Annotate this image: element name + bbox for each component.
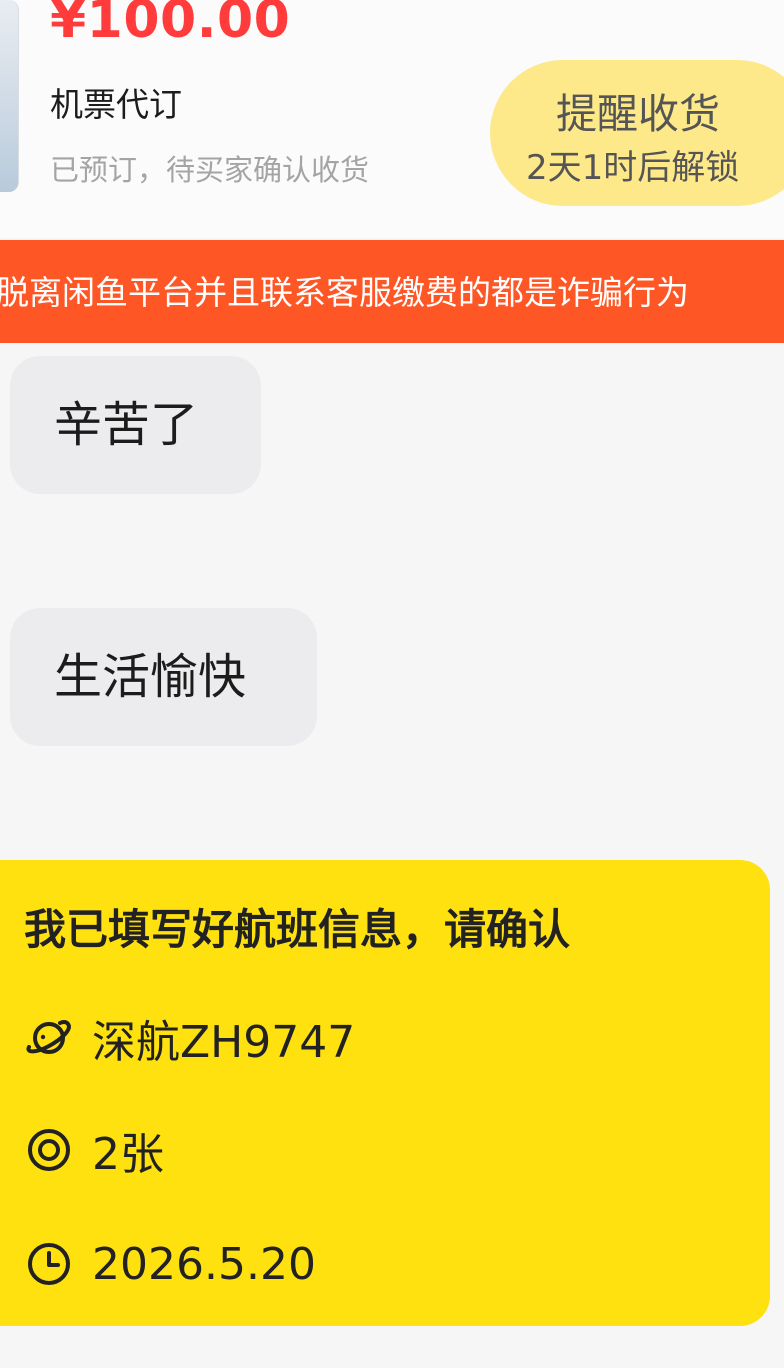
remind-unlock-countdown: 2天1时后解锁 (526, 148, 740, 188)
order-status: 已预订，待买家确认收货 (50, 153, 370, 187)
flight-card-title: 我已填写好航班信息，请确认 (24, 905, 571, 954)
ticket-count: 2张 (92, 1129, 164, 1180)
chat-message-bubble[interactable]: 生活愉快 (10, 608, 317, 746)
flight-date-row: 2026.5.20 (24, 1236, 316, 1292)
flight-number: 深航ZH9747 (92, 1017, 356, 1068)
clock-icon (24, 1239, 74, 1289)
order-card[interactable]: ¥100.00 机票代订 已预订，待买家确认收货 提醒收货 2天1时后解锁 (0, 0, 784, 238)
flight-info-card[interactable]: 我已填写好航班信息，请确认 深航ZH9747 2张 2026.5.20 (0, 860, 770, 1326)
fraud-warning-banner: 脱离闲鱼平台并且联系客服缴费的都是诈骗行为 (0, 240, 784, 343)
target-icon (24, 1125, 74, 1175)
remind-receipt-label: 提醒收货 (556, 90, 720, 138)
fraud-warning-text: 脱离闲鱼平台并且联系客服缴费的都是诈骗行为 (0, 273, 689, 312)
order-price: ¥100.00 (50, 0, 291, 50)
planet-icon (24, 1013, 74, 1063)
ticket-count-row: 2张 (24, 1122, 164, 1180)
remind-receipt-button[interactable]: 提醒收货 2天1时后解锁 (490, 60, 784, 206)
chat-message-bubble[interactable]: 辛苦了 (10, 356, 261, 494)
flight-number-row: 深航ZH9747 (24, 1010, 355, 1068)
product-thumbnail[interactable] (0, 0, 19, 192)
flight-date: 2026.5.20 (92, 1238, 316, 1290)
order-title: 机票代订 (50, 85, 182, 124)
